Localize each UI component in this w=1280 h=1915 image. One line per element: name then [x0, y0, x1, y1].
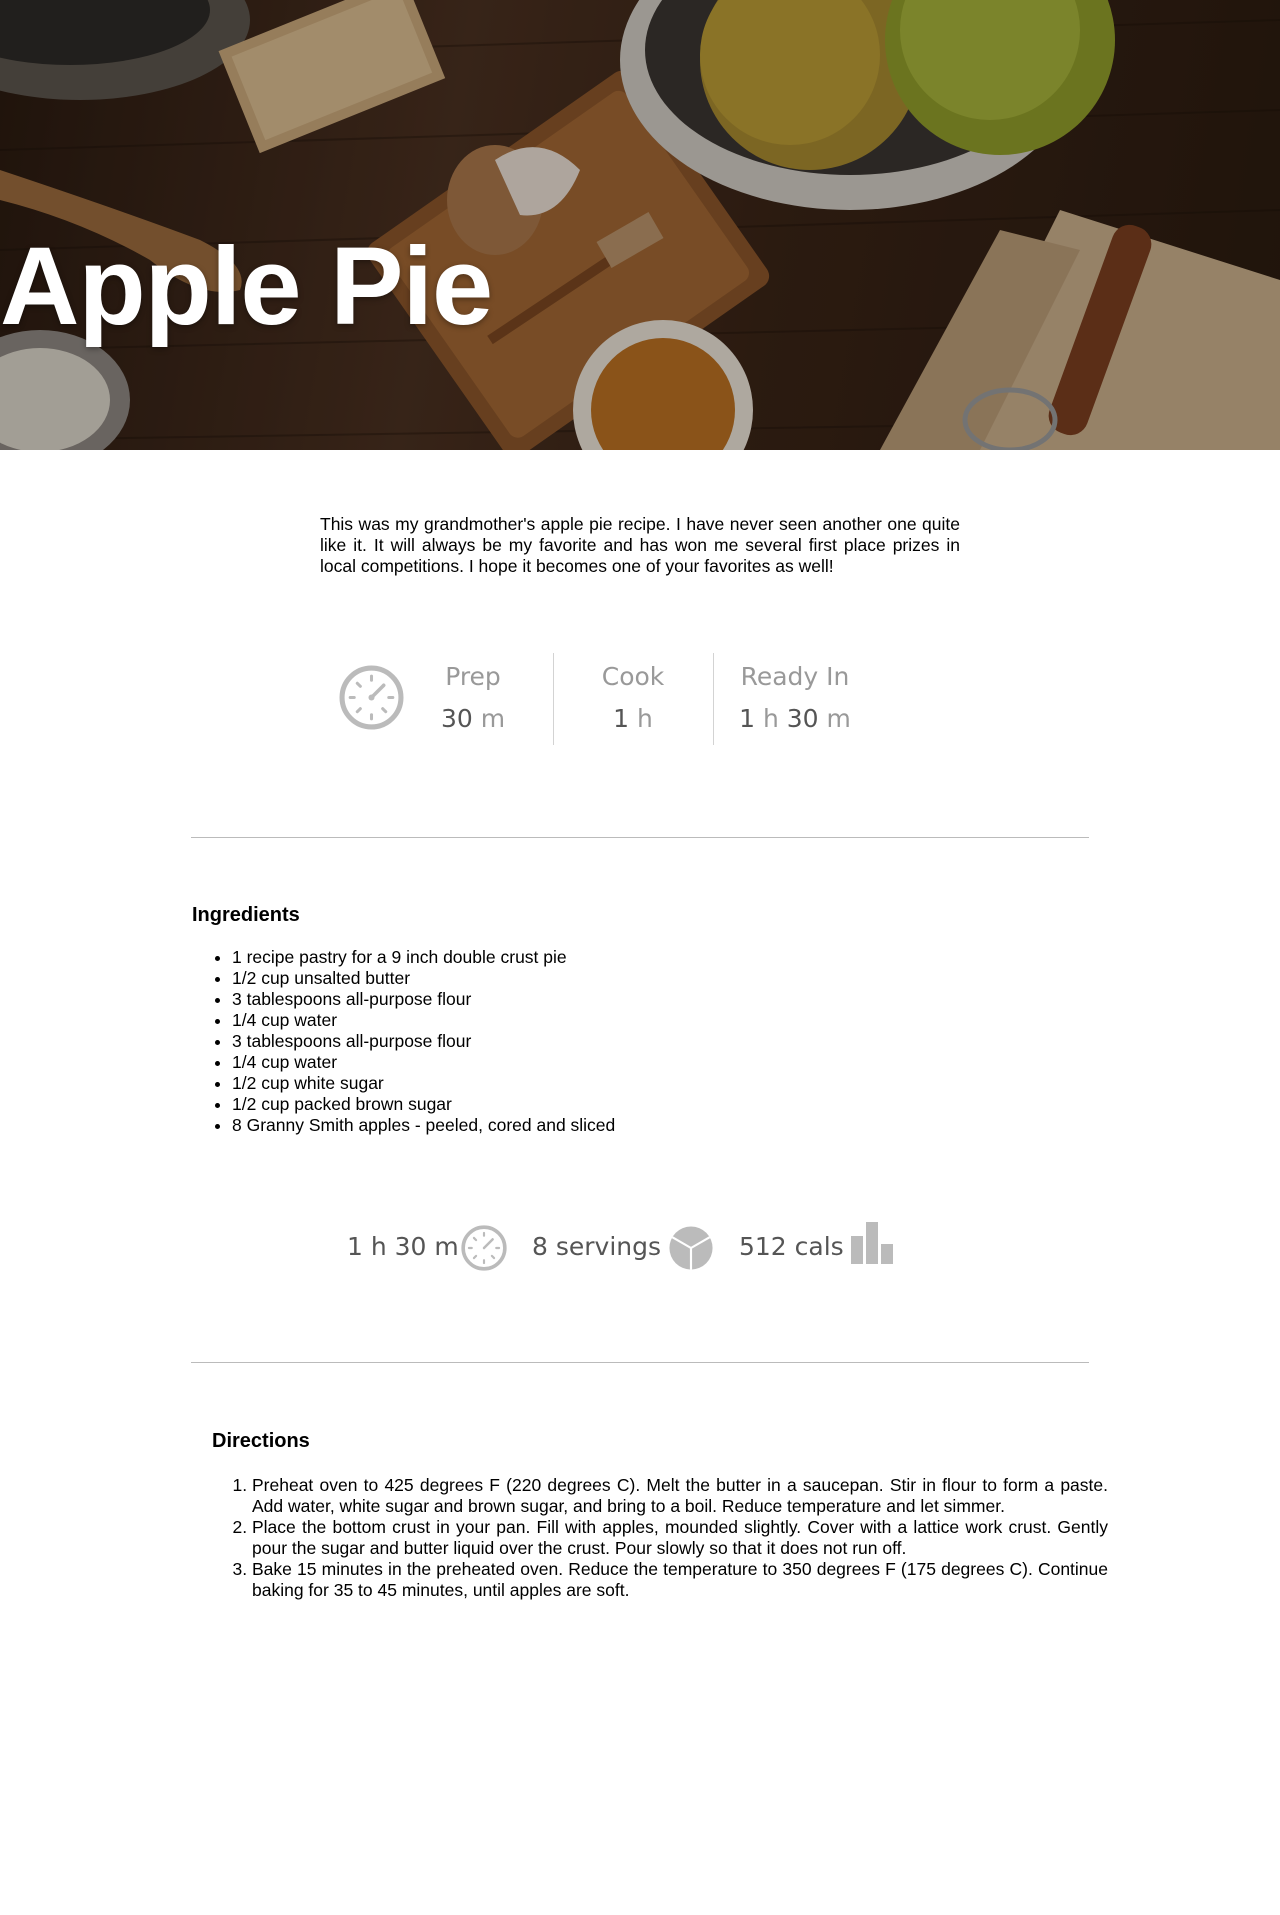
ready-minutes-unit: m: [826, 704, 851, 733]
cook-value: 1 h: [593, 702, 673, 736]
cook-unit: h: [637, 704, 653, 733]
calories-text: 512 cals: [739, 1232, 844, 1261]
list-item: 1 recipe pastry for a 9 inch double crus…: [232, 947, 615, 968]
recipe-intro: This was my grandmother's apple pie reci…: [320, 514, 960, 576]
list-item: 1/4 cup water: [232, 1052, 615, 1073]
directions-heading: Directions: [212, 1430, 310, 1452]
list-item: 1/2 cup packed brown sugar: [232, 1094, 615, 1115]
list-item: 1/2 cup white sugar: [232, 1073, 615, 1094]
cook-label: Cook: [601, 662, 665, 691]
total-time-text: 1 h 30 m: [347, 1232, 459, 1261]
pie-icon: [669, 1226, 713, 1270]
time-divider: [553, 653, 554, 745]
list-item: 1/4 cup water: [232, 1010, 615, 1031]
ready-hours-number: 1: [739, 704, 755, 733]
section-divider: [191, 1362, 1089, 1363]
ingredients-heading: Ingredients: [192, 904, 300, 926]
prep-label: Prep: [445, 662, 501, 691]
list-item: 8 Granny Smith apples - peeled, cored an…: [232, 1115, 615, 1136]
cook-time: Cook 1 h: [593, 660, 673, 736]
hero-banner: Apple Pie: [0, 0, 1280, 450]
section-divider: [191, 837, 1089, 838]
time-summary: Prep 30 m Cook 1 h Ready In 1 h 30 m: [0, 650, 1280, 750]
prep-unit: m: [480, 704, 506, 733]
ready-hours-unit: h: [762, 704, 779, 733]
prep-number: 30: [440, 704, 473, 733]
ready-minutes-number: 30: [786, 704, 819, 733]
recipe-title: Apple Pie: [0, 225, 493, 348]
list-item: 3 tablespoons all-purpose flour: [232, 1031, 615, 1052]
bar-chart-icon: [851, 1222, 893, 1264]
ingredients-list: 1 recipe pastry for a 9 inch double crus…: [191, 947, 615, 1136]
directions-list: Preheat oven to 425 degrees F (220 degre…: [212, 1475, 1108, 1601]
prep-value: 30 m: [433, 702, 513, 736]
ready-label: Ready In: [740, 662, 850, 691]
ready-time: Ready In 1 h 30 m: [735, 660, 855, 736]
list-item: 1/2 cup unsalted butter: [232, 968, 615, 989]
list-item: Preheat oven to 425 degrees F (220 degre…: [252, 1475, 1108, 1517]
list-item: Bake 15 minutes in the preheated oven. R…: [252, 1559, 1108, 1601]
ready-value: 1 h 30 m: [735, 702, 855, 736]
cook-number: 1: [613, 704, 630, 733]
time-divider: [713, 653, 714, 745]
list-item: Place the bottom crust in your pan. Fill…: [252, 1517, 1108, 1559]
servings-text: 8 servings: [532, 1232, 662, 1261]
nutrition-summary: 1 h 30 m 8 servings 512 cals: [0, 1222, 1280, 1272]
clock-icon: [461, 1225, 507, 1271]
list-item: 3 tablespoons all-purpose flour: [232, 989, 615, 1010]
prep-time: Prep 30 m: [433, 660, 513, 736]
clock-icon: [339, 665, 404, 730]
